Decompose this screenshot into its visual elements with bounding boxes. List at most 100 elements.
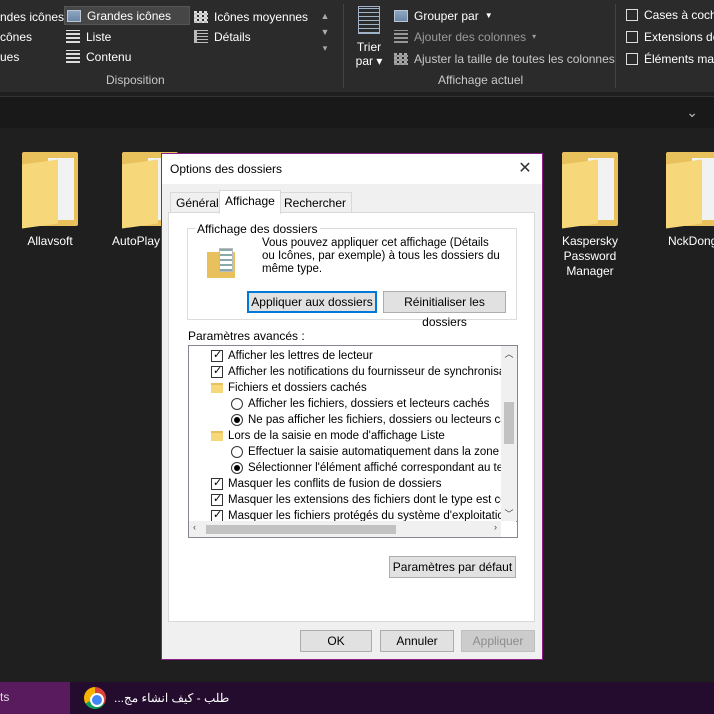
layout-item-label: ndes icônes <box>0 9 65 24</box>
item-checkboxes-toggle[interactable]: Cases à coche <box>626 5 714 24</box>
radio[interactable] <box>231 446 243 458</box>
layout-tiles[interactable]: ues <box>0 47 19 66</box>
cancel-button[interactable]: Annuler <box>380 630 454 652</box>
scroll-thumb[interactable] <box>504 402 514 444</box>
vertical-scrollbar[interactable]: ︿ ﹀ <box>501 346 517 521</box>
gallery-up-icon[interactable]: ▲ <box>318 8 332 24</box>
group-by-button[interactable]: Grouper par ▼ <box>394 6 493 25</box>
scroll-up-icon[interactable]: ︿ <box>501 347 517 361</box>
layout-item-label: Contenu <box>86 49 132 64</box>
folder-item[interactable]: NckDong <box>650 148 714 249</box>
checkbox[interactable] <box>211 476 223 490</box>
setting-row[interactable]: Ne pas afficher les fichiers, dossiers o… <box>231 412 517 428</box>
taskbar-chrome-title: طلب - كيف انشاء مج... <box>114 691 230 705</box>
scroll-down-icon[interactable]: ﹀ <box>501 507 517 521</box>
large-icons-icon <box>67 9 81 22</box>
layout-content[interactable]: Contenu <box>66 47 131 66</box>
address-bar[interactable] <box>0 96 714 128</box>
checkbox[interactable] <box>211 364 223 378</box>
gallery-down-icon[interactable]: ▼ <box>318 24 332 40</box>
folder-icon <box>558 148 622 229</box>
setting-row[interactable]: Afficher les fichiers, dossiers et lecte… <box>231 396 489 412</box>
setting-row[interactable]: Effectuer la saisie automatiquement dans… <box>231 444 517 460</box>
scroll-thumb[interactable] <box>206 525 396 534</box>
layout-item-label: ues <box>0 49 20 64</box>
layout-item-label: Grandes icônes <box>87 8 172 23</box>
tab-panel: Affichage des dossiers Vous pouvez appli… <box>168 212 535 622</box>
radio[interactable] <box>231 462 243 474</box>
folder-item[interactable]: Kaspersky Password Manager <box>540 148 640 279</box>
tab-general[interactable]: Général <box>170 192 225 212</box>
dropdown-icon: ▼ <box>484 11 493 20</box>
checkbox[interactable] <box>626 30 638 43</box>
checkbox[interactable] <box>626 8 638 21</box>
sort-label-2: par ▾ <box>355 54 383 68</box>
add-columns-label: Ajouter des colonnes <box>414 29 527 44</box>
file-extensions-toggle[interactable]: Extensions de <box>626 27 714 46</box>
sort-by-button[interactable]: Trier par ▾ <box>352 6 386 70</box>
medium-icons-icon <box>194 10 208 23</box>
folder-name: Allavsoft <box>27 234 73 248</box>
tab-rechercher[interactable]: Rechercher <box>278 192 353 212</box>
size-columns-icon <box>394 52 408 65</box>
setting-row[interactable]: Masquer les conflits de fusion de dossie… <box>211 476 442 492</box>
size-columns-label: Ajuster la taille de toutes les colonnes <box>414 51 615 66</box>
advanced-settings-label: Paramètres avancés : <box>188 329 305 343</box>
layout-medium-icons[interactable]: Icônes moyennes <box>194 7 308 26</box>
setting-label: Afficher les fichiers, dossiers et lecte… <box>248 398 490 410</box>
checkbox[interactable] <box>211 348 223 362</box>
scroll-left-icon[interactable]: ‹ <box>193 522 196 532</box>
close-icon[interactable]: ✕ <box>508 154 542 184</box>
folder-views-description: Vous pouvez appliquer cet affichage (Dét… <box>262 237 500 275</box>
folder-views-legend: Affichage des dossiers <box>195 222 320 236</box>
layout-list[interactable]: Liste <box>66 27 111 46</box>
taskbar: ts طلب - كيف انشاء مج... <box>0 682 714 714</box>
setting-row[interactable]: Masquer les extensions des fichiers dont… <box>211 492 517 508</box>
layout-details[interactable]: Détails <box>194 27 251 46</box>
apply-button[interactable]: Appliquer <box>461 630 535 652</box>
setting-row[interactable]: Sélectionner l'élément affiché correspon… <box>231 460 517 476</box>
apply-to-folders-button[interactable]: Appliquer aux dossiers <box>247 291 377 313</box>
layout-gallery-scroll[interactable]: ▲ ▼ ▾ <box>318 8 332 64</box>
folder-name: Kaspersky Password Manager <box>561 234 619 278</box>
setting-group-label: Fichiers et dossiers cachés <box>228 382 367 394</box>
setting-group: Fichiers et dossiers cachés <box>211 380 367 396</box>
horizontal-scrollbar[interactable]: ‹ › <box>189 521 501 537</box>
layout-large-icons[interactable]: Grandes icônes <box>64 6 190 25</box>
advanced-settings-list[interactable]: Afficher les lettres de lecteur Afficher… <box>188 345 518 538</box>
sort-label: Trier <box>356 40 382 54</box>
radio[interactable] <box>231 398 243 410</box>
reset-folders-button[interactable]: Réinitialiser les dossiers <box>383 291 506 329</box>
checkbox[interactable] <box>211 492 223 506</box>
checkbox[interactable] <box>626 52 638 65</box>
layout-extra-large-icons[interactable]: ndes icônes <box>0 7 64 26</box>
toggle-label: Cases à coche <box>644 7 714 22</box>
size-all-columns-button[interactable]: Ajuster la taille de toutes les colonnes <box>394 49 615 68</box>
setting-label: Afficher les notifications du fournisseu… <box>228 366 518 378</box>
folder-item[interactable]: Allavsoft <box>0 148 100 249</box>
setting-label: Afficher les lettres de lecteur <box>228 350 373 362</box>
layout-small-icons[interactable]: cônes <box>0 27 32 46</box>
ribbon: ndes icônes Grandes icônes Icônes moyenn… <box>0 0 714 92</box>
dialog-titlebar[interactable]: Options des dossiers ✕ <box>162 154 542 184</box>
taskbar-app-button[interactable]: ts <box>0 682 70 714</box>
hidden-items-toggle[interactable]: Éléments mas <box>626 49 714 68</box>
layout-item-label: cônes <box>0 29 33 44</box>
setting-label: Masquer les conflits de fusion de dossie… <box>228 478 442 490</box>
toggle-label: Extensions de <box>644 29 714 44</box>
restore-defaults-button[interactable]: Paramètres par défaut <box>389 556 516 578</box>
layout-item-label: Détails <box>214 29 251 44</box>
tab-affichage[interactable]: Affichage <box>219 190 281 214</box>
taskbar-app-label: ts <box>0 690 10 704</box>
scroll-right-icon[interactable]: › <box>494 522 497 532</box>
ok-button[interactable]: OK <box>300 630 372 652</box>
chevron-down-icon[interactable]: ⌄ <box>686 104 698 121</box>
setting-row[interactable]: Afficher les lettres de lecteur <box>211 348 373 364</box>
add-columns-icon <box>394 30 408 43</box>
add-columns-button[interactable]: Ajouter des colonnes ▾ <box>394 27 536 46</box>
ribbon-divider <box>343 4 344 88</box>
radio[interactable] <box>231 414 243 426</box>
gallery-expand-icon[interactable]: ▾ <box>318 40 332 56</box>
taskbar-chrome-button[interactable]: طلب - كيف انشاء مج... <box>76 682 236 714</box>
setting-row[interactable]: Afficher les notifications du fournisseu… <box>211 364 518 380</box>
